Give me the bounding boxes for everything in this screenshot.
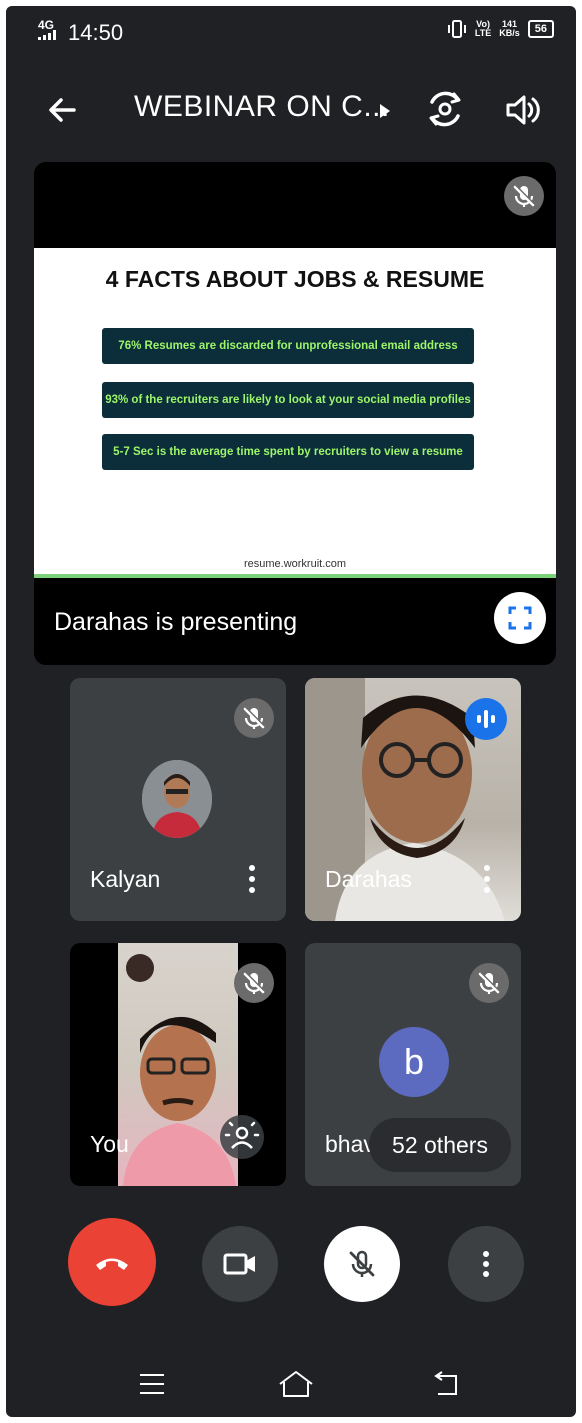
fact-item: 5-7 Sec is the average time spent by rec… xyxy=(102,434,474,470)
phone-screen: 4G 14:50 Vo) LTE 141 KB/s 56 WEBINAR ON … xyxy=(6,6,576,1417)
participant-name: Kalyan xyxy=(90,866,161,892)
avatar xyxy=(142,760,212,838)
mic-toggle-button[interactable] xyxy=(324,1226,400,1302)
effects-button[interactable] xyxy=(220,1115,264,1159)
mic-off-icon xyxy=(243,972,265,994)
end-call-icon xyxy=(96,1258,128,1270)
more-vert-icon[interactable] xyxy=(483,864,491,894)
meeting-title[interactable]: WEBINAR ON C... xyxy=(134,90,390,124)
meeting-header: WEBINAR ON C... xyxy=(6,76,576,140)
network-speed: 141 KB/s xyxy=(499,19,520,38)
vibrate-icon xyxy=(447,20,466,38)
fullscreen-button[interactable] xyxy=(494,592,546,644)
status-right: Vo) LTE 141 KB/s 56 xyxy=(447,20,554,38)
fullscreen-icon xyxy=(508,606,532,630)
back-arrow-icon[interactable] xyxy=(44,92,80,128)
network-indicator: 4G xyxy=(38,19,60,41)
volte-indicator: Vo) LTE xyxy=(474,19,492,38)
mute-badge xyxy=(234,963,274,1003)
nav-back-icon[interactable] xyxy=(430,1370,462,1398)
video-toggle-button[interactable] xyxy=(202,1226,278,1302)
mic-off-icon xyxy=(478,972,500,994)
chevron-right-icon[interactable] xyxy=(378,102,392,120)
clock: 14:50 xyxy=(68,20,124,45)
status-bar: 4G 14:50 Vo) LTE 141 KB/s 56 xyxy=(6,6,576,56)
shared-slide: 4 FACTS ABOUT JOBS & RESUME 76% Resumes … xyxy=(34,248,556,578)
mute-badge xyxy=(469,963,509,1003)
participant-name: Darahas xyxy=(325,866,412,892)
participant-tile-bhav[interactable]: b bhav 52 others xyxy=(305,943,521,1186)
camera-switch-icon[interactable] xyxy=(424,88,466,130)
presentation-tile[interactable]: 4 FACTS ABOUT JOBS & RESUME 76% Resumes … xyxy=(34,162,556,665)
avatar-photo xyxy=(142,760,212,838)
more-options-button[interactable] xyxy=(448,1226,524,1302)
mic-off-icon xyxy=(243,707,265,729)
participant-name: bhav xyxy=(325,1131,375,1157)
fact-item: 76% Resumes are discarded for unprofessi… xyxy=(102,328,474,364)
menu-icon[interactable] xyxy=(138,1372,166,1396)
battery-indicator: 56 xyxy=(527,20,554,38)
audio-wave-icon xyxy=(477,710,495,728)
participant-tile-darahas[interactable]: Darahas xyxy=(305,678,521,921)
slide-footer: resume.workruit.com xyxy=(243,558,347,570)
mute-badge xyxy=(234,698,274,738)
effects-icon xyxy=(224,1121,260,1149)
presenter-mute-badge xyxy=(504,176,544,216)
speaking-indicator xyxy=(465,698,507,740)
more-vert-icon xyxy=(483,1251,489,1277)
system-nav-bar xyxy=(6,1356,576,1417)
slide-accent-bar xyxy=(34,574,556,578)
participant-name: You xyxy=(90,1131,129,1157)
video-camera-icon xyxy=(223,1253,255,1275)
others-count-chip[interactable]: 52 others xyxy=(369,1118,511,1172)
participant-tile-you[interactable]: You xyxy=(70,943,286,1186)
speaker-icon[interactable] xyxy=(502,90,542,130)
mic-off-icon xyxy=(349,1250,375,1277)
participant-tile-kalyan[interactable]: Kalyan xyxy=(70,678,286,921)
signal-icon xyxy=(38,30,56,40)
mic-off-icon xyxy=(513,185,535,207)
home-icon[interactable] xyxy=(276,1368,316,1400)
presenting-label: Darahas is presenting xyxy=(54,608,298,636)
more-vert-icon[interactable] xyxy=(248,864,256,894)
slide-title: 4 FACTS ABOUT JOBS & RESUME xyxy=(105,266,485,292)
end-call-button[interactable] xyxy=(68,1218,156,1306)
fact-item: 93% of the recruiters are likely to look… xyxy=(102,382,474,418)
avatar: b xyxy=(379,1027,449,1097)
